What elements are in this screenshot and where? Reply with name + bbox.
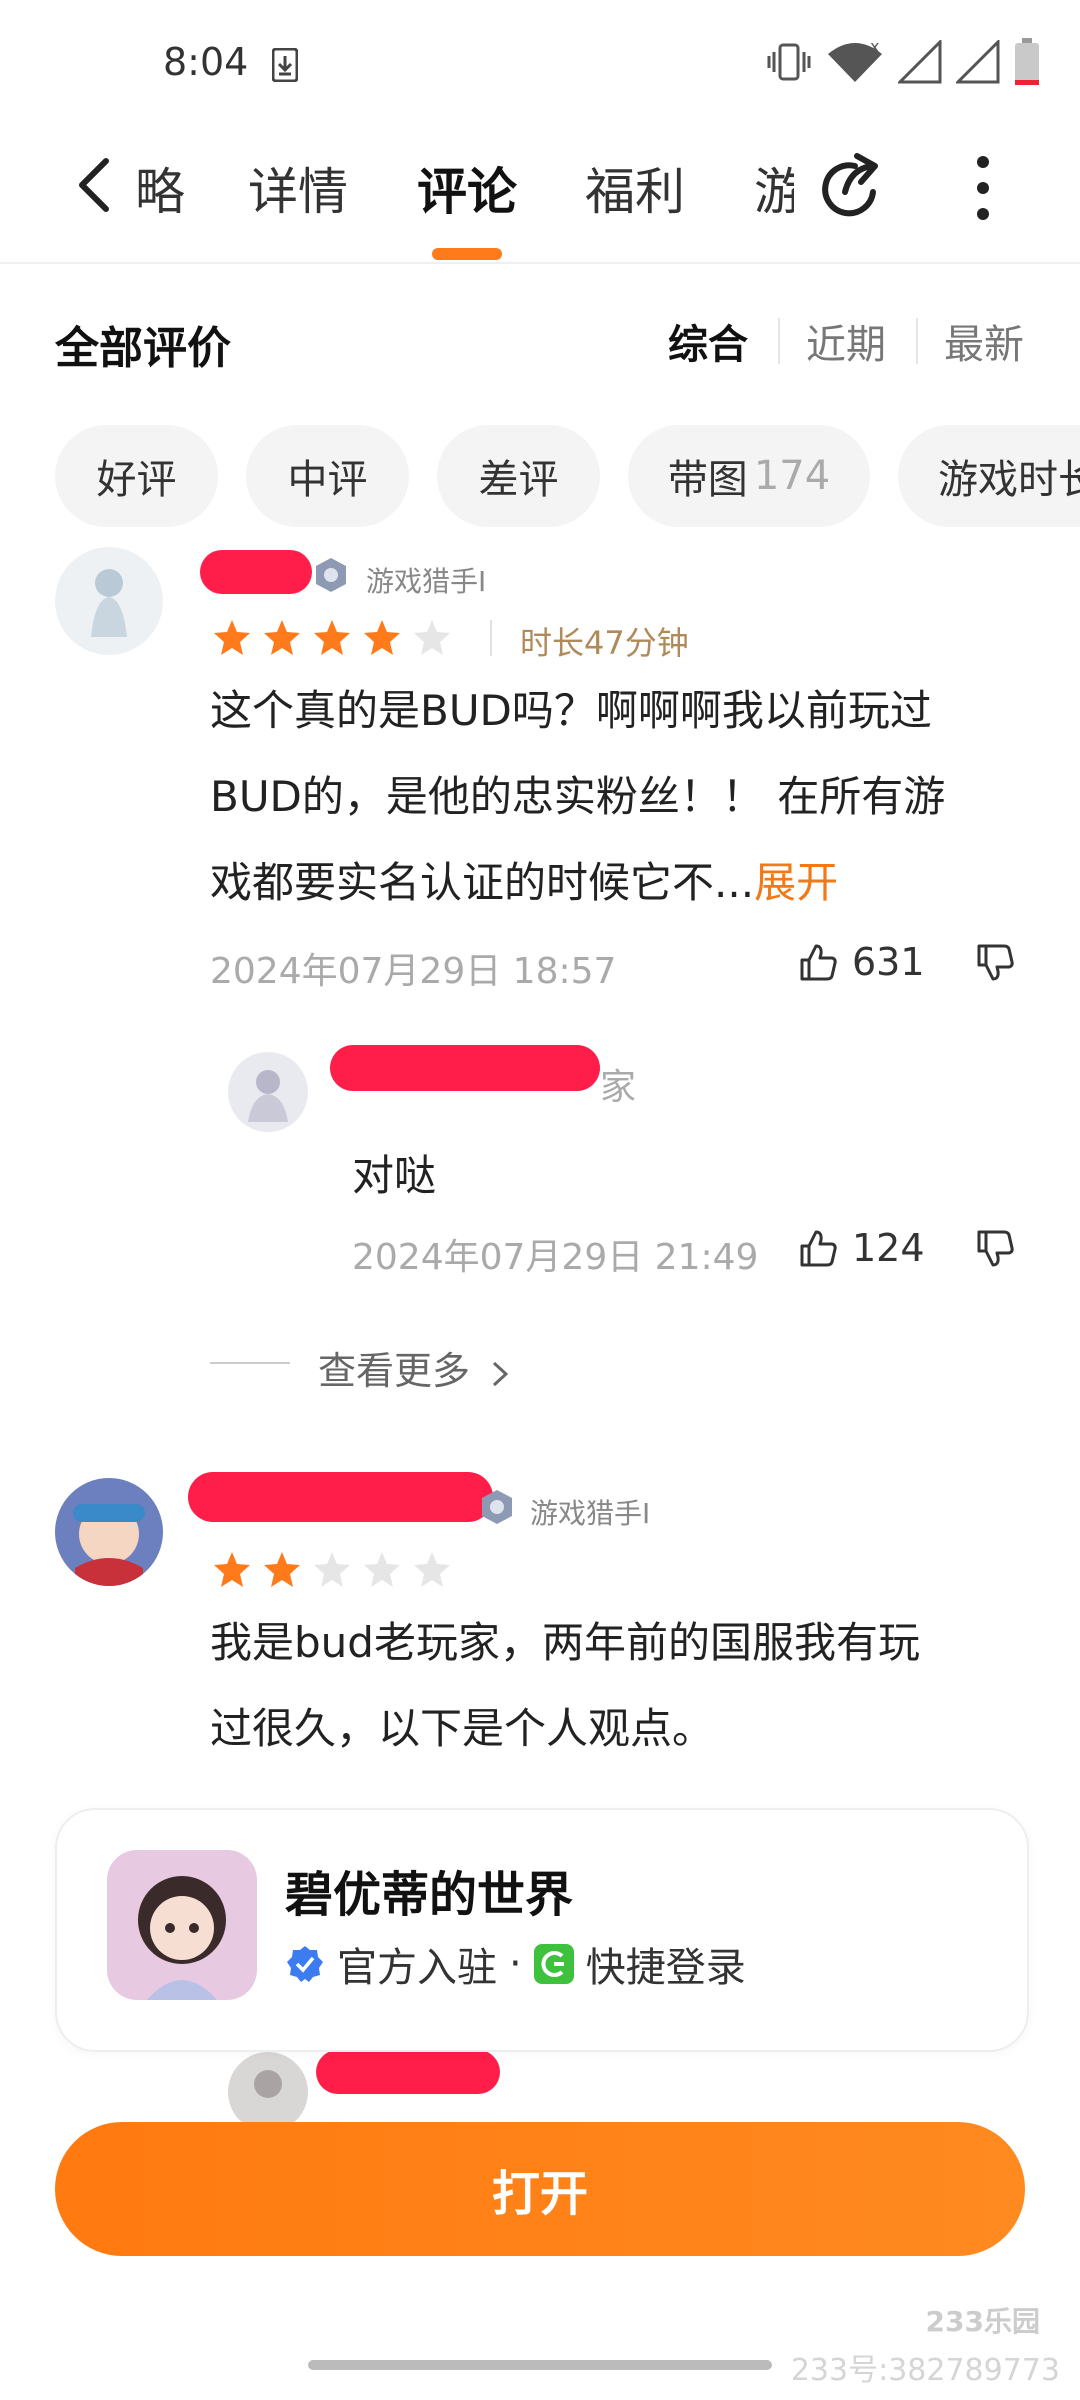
back-arrow-icon[interactable] [72,155,116,215]
filter-neutral[interactable]: 中评 [246,425,409,527]
avatar[interactable] [55,1478,163,1586]
battery-icon [1015,38,1039,85]
meta-separator: · [509,1941,522,1987]
divider [490,620,492,656]
vibrate-icon [767,43,811,81]
review-line: 我是bud老玩家，两年前的国服我有玩 [210,1618,920,1667]
review-line: 这个真的是BUD吗？啊啊啊我以前玩过 [210,686,932,735]
tab-benefits[interactable]: 福利 [585,152,685,224]
svg-text:x: x [870,40,879,56]
filter-playtime[interactable]: 游戏时长 [898,425,1080,527]
chip-label: 差评 [478,457,559,503]
tab-details[interactable]: 详情 [248,152,348,224]
thumbs-down-icon[interactable] [975,1229,1015,1269]
star-empty-icon [414,620,450,655]
reply-text: 对哒 [352,1151,437,1200]
review-line: BUD的，是他的忠实粉丝！！ 在所有游 [210,772,946,821]
tab-game[interactable]: 游 [754,152,794,224]
chip-count: 174 [753,453,831,499]
hunter-badge-icon [316,558,346,592]
avatar[interactable] [55,547,163,655]
star-empty-icon [314,1552,350,1587]
filter-negative[interactable]: 差评 [437,425,600,527]
signal-icon [898,40,942,84]
app-icon[interactable] [107,1850,257,2000]
sort-divider [916,318,918,364]
chevron-right-icon [493,1361,509,1386]
thumbs-up-icon [800,944,837,981]
divider-line [210,1362,290,1364]
active-tab-indicator [432,248,502,260]
sort-recent[interactable]: 近期 [806,312,886,370]
wifi-icon: x [828,40,882,82]
status-time: 8:04 [163,40,249,84]
reply-date: 2024年07月29日 21:49 [352,1237,759,1278]
star-filled-icon [264,620,300,655]
view-more-replies[interactable]: 查看更多 [318,1340,510,1395]
expand-link[interactable]: 展开 [754,858,838,907]
home-indicator[interactable] [308,2360,772,2370]
star-filled-icon [364,620,400,655]
filter-with-images[interactable]: 带图 174 [628,425,870,527]
sort-divider [778,318,780,364]
sort-newest[interactable]: 最新 [944,312,1024,370]
thumbs-down-icon[interactable] [975,943,1015,983]
chip-label: 带图 [667,457,748,503]
star-empty-icon [414,1552,450,1587]
quick-login-icon [533,1944,574,1984]
like-count: 124 [852,1226,925,1270]
verified-badge-icon [287,1946,323,1982]
app-name: 碧优蒂的世界 [285,1867,574,1923]
reply-username-suffix: 家 [600,1067,637,1108]
star-filled-icon [264,1552,300,1587]
more-options-icon[interactable] [968,150,998,230]
chip-label: 游戏时长 [938,457,1080,503]
rating-stars [212,618,452,658]
redacted-username [188,1472,493,1522]
star-filled-icon [214,620,250,655]
rating-stars [212,1550,452,1590]
chip-label: 好评 [96,457,177,503]
open-app-button[interactable]: 打开 [55,2122,1025,2256]
playtime: 时长47分钟 [520,624,689,662]
quick-login-label: 快捷登录 [585,1945,746,1991]
like-button[interactable]: 124 [798,1226,925,1270]
redacted-username [316,2050,500,2094]
tab-reviews[interactable]: 评论 [417,152,517,224]
review-line: 戏都要实名认证的时候它不... [210,858,755,907]
watermark-id: 233号:382789773 [790,2353,1060,2388]
like-button[interactable]: 631 [798,940,925,984]
star-empty-icon [364,1552,400,1587]
signal-icon [956,40,1000,84]
hunter-badge-icon [482,1490,512,1524]
download-icon [272,48,298,82]
filter-positive[interactable]: 好评 [55,425,218,527]
review-text: 这个真的是BUD吗？啊啊啊我以前玩过 BUD的，是他的忠实粉丝！！ 在所有游 戏… [210,668,1080,926]
review-text: 我是bud老玩家，两年前的国服我有玩 过很久，以下是个人观点。 [210,1600,1080,1772]
all-reviews-title: 全部评价 [55,323,231,374]
star-filled-icon [214,1552,250,1587]
chip-label: 中评 [287,457,368,503]
sort-comprehensive[interactable]: 综合 [668,312,748,370]
star-filled-icon [314,620,350,655]
user-badge: 游戏猎手I [366,565,487,598]
redacted-username [200,550,312,594]
redacted-username [330,1045,600,1091]
view-more-label: 查看更多 [318,1349,471,1393]
user-badge: 游戏猎手I [530,1497,651,1530]
tab-strategy[interactable]: 略 [135,152,185,224]
like-count: 631 [852,940,925,984]
app-meta: 官方入驻 · 快捷登录 [285,1935,746,1993]
avatar[interactable] [228,2052,308,2132]
avatar[interactable] [228,1052,308,1132]
review-line: 过很久，以下是个人观点。 [210,1704,715,1753]
thumbs-up-icon [800,1230,837,1267]
review-date: 2024年07月29日 18:57 [210,951,617,992]
official-label: 官方入驻 [337,1945,497,1991]
share-icon[interactable] [815,152,887,224]
status-icons: x [766,38,1040,86]
watermark-logo: 233乐园 [925,2305,1040,2338]
